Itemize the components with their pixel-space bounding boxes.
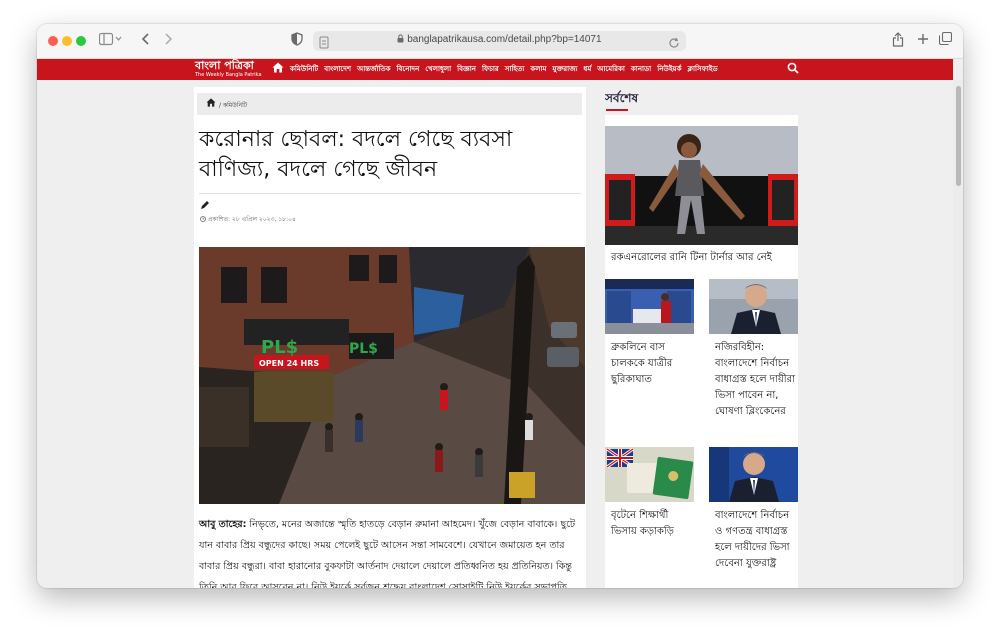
clock-icon [200, 216, 208, 223]
heading-underline [606, 109, 628, 111]
article-body-text: নিভৃতে, মনের অজান্তে স্মৃতি হাতড়ে বেড়া… [199, 519, 576, 588]
site-navbar: বাংলা পত্রিকা The Weekly Bangla Patrika … [37, 59, 953, 80]
news-card[interactable]: বাংলাদেশে নির্বাচন ও গণতন্ত্র বাধাগ্রস্ত… [709, 447, 798, 572]
breadcrumb-label: কমিউনিটি [222, 102, 248, 109]
scrollbar-thumb[interactable] [956, 86, 961, 186]
home-icon[interactable] [272, 62, 284, 76]
card-image [709, 447, 798, 502]
card-image [605, 447, 694, 502]
card-title: বৃটেনে শিক্ষার্থী ভিসায় কড়াকড়ি [611, 510, 674, 537]
nav-item-column[interactable]: কলাম [530, 64, 546, 75]
zoom-window-button[interactable] [76, 36, 86, 46]
sidebar-header: সর্বশেষ [605, 87, 798, 115]
nav-item-feature[interactable]: ফিচার [482, 64, 499, 75]
article-title: করোনার ছোবল: বদলে গেছে ব্যবসা বাণিজ্য, ব… [199, 127, 513, 182]
breadcrumb: / কমিউনিটি [197, 93, 582, 115]
nav-item-sports[interactable]: খেলাধুলা [425, 64, 451, 75]
search-icon[interactable] [787, 62, 799, 77]
reload-icon[interactable] [668, 34, 680, 53]
store-sign-pls-left: PL$ [261, 337, 298, 358]
back-icon[interactable] [141, 32, 151, 50]
page-scrollbar[interactable] [953, 80, 963, 588]
card-title: ব্রুকলিনে বাস চালককে যাত্রীর ছুরিকাঘাত [611, 342, 673, 385]
nav-item-uk[interactable]: যুক্তরাজ্য [552, 64, 577, 75]
nav-item-entertainment[interactable]: বিনোদন [397, 64, 420, 75]
sidebar-toggle-icon[interactable] [98, 32, 123, 50]
browser-window: banglapatrikausa.com/detail.php?bp=14071… [37, 24, 963, 588]
news-card[interactable]: নজিরবিহীন: বাংলাদেশে নির্বাচন বাধাগ্রস্ত… [709, 279, 798, 420]
nav-item-canada[interactable]: কানাডা [631, 64, 651, 75]
address-bar[interactable]: banglapatrikausa.com/detail.php?bp=14071 [313, 31, 686, 51]
publish-date-text: প্রকাশিত: ২৮ এপ্রিল ২০২৩, ১৮:০৪ [207, 216, 296, 223]
nav-item-science[interactable]: বিজ্ঞান [457, 64, 476, 75]
shield-icon[interactable] [291, 32, 303, 50]
nav-item-classified[interactable]: ক্লাসিফাইড [688, 64, 718, 75]
article-main: / কমিউনিটি করোনার ছোবল: বদলে গেছে ব্যবসা… [194, 87, 586, 588]
store-sign-open: OPEN 24 HRS [259, 359, 319, 368]
tabs-icon[interactable] [938, 31, 953, 50]
nav-menu: কমিউনিটি বাংলাদেশ আন্তর্জাতিক বিনোদন খেল… [290, 64, 718, 75]
share-icon[interactable] [892, 32, 904, 50]
browser-toolbar: banglapatrikausa.com/detail.php?bp=14071 [37, 24, 963, 59]
article-photo: PL$ OPEN 24 HRS PL$ [199, 247, 585, 504]
card-image [709, 279, 798, 334]
breadcrumb-home-icon[interactable] [206, 98, 216, 110]
news-card[interactable]: বৃটেনে শিক্ষার্থী ভিসায় কড়াকড়ি [605, 447, 694, 540]
close-window-button[interactable] [48, 36, 58, 46]
nav-item-america[interactable]: আমেরিকা [597, 64, 625, 75]
news-card[interactable]: ব্রুকলিনে বাস চালককে যাত্রীর ছুরিকাঘাত [605, 279, 694, 388]
featured-image[interactable] [605, 126, 798, 245]
card-title: বাংলাদেশে নির্বাচন ও গণতন্ত্র বাধাগ্রস্ত… [715, 510, 790, 569]
nav-item-international[interactable]: আন্তর্জাতিক [357, 64, 390, 75]
article-body: আবু তাহের: নিভৃতে, মনের অজান্তে স্মৃতি হ… [199, 514, 581, 588]
nav-item-bangladesh[interactable]: বাংলাদেশ [324, 64, 351, 75]
publish-date: প্রকাশিত: ২৮ এপ্রিল ২০২৩, ১৮:০৪ [200, 214, 296, 225]
featured-title[interactable]: রকএনরোলের রানি টিনা টার্নার আর নেই [611, 250, 791, 266]
lock-icon [397, 34, 407, 45]
nav-item-literature[interactable]: সাহিত্য [505, 64, 525, 75]
card-title: নজিরবিহীন: বাংলাদেশে নির্বাচন বাধাগ্রস্ত… [715, 342, 796, 417]
store-sign-pls-right: PL$ [349, 341, 378, 357]
nav-item-newyork[interactable]: নিউইয়র্ক [657, 64, 681, 75]
card-image [605, 279, 694, 334]
nav-item-religion[interactable]: ধর্ম [583, 64, 591, 75]
latest-sidebar: সর্বশেষ রকএনরোলের রানি টিনা টার্নার আর ন… [605, 87, 798, 588]
sidebar-heading: সর্বশেষ [605, 91, 639, 105]
title-divider [199, 193, 581, 194]
url-text: banglapatrikausa.com/detail.php?bp=14071 [407, 34, 602, 45]
site-logo[interactable]: বাংলা পত্রিকা The Weekly Bangla Patrika [195, 59, 262, 79]
breadcrumb-category[interactable]: / কমিউনিটি [219, 100, 247, 111]
forward-icon[interactable] [163, 32, 173, 50]
logo-text: বাংলা পত্রিকা [195, 59, 254, 72]
pen-icon [200, 200, 210, 213]
logo-subtitle: The Weekly Bangla Patrika [195, 72, 262, 78]
minimize-window-button[interactable] [62, 36, 72, 46]
nav-item-community[interactable]: কমিউনিটি [290, 64, 318, 75]
url-row: banglapatrikausa.com/detail.php?bp=14071 [313, 34, 686, 45]
article-author: আবু তাহের: [199, 519, 247, 530]
new-tab-icon[interactable] [917, 32, 929, 50]
